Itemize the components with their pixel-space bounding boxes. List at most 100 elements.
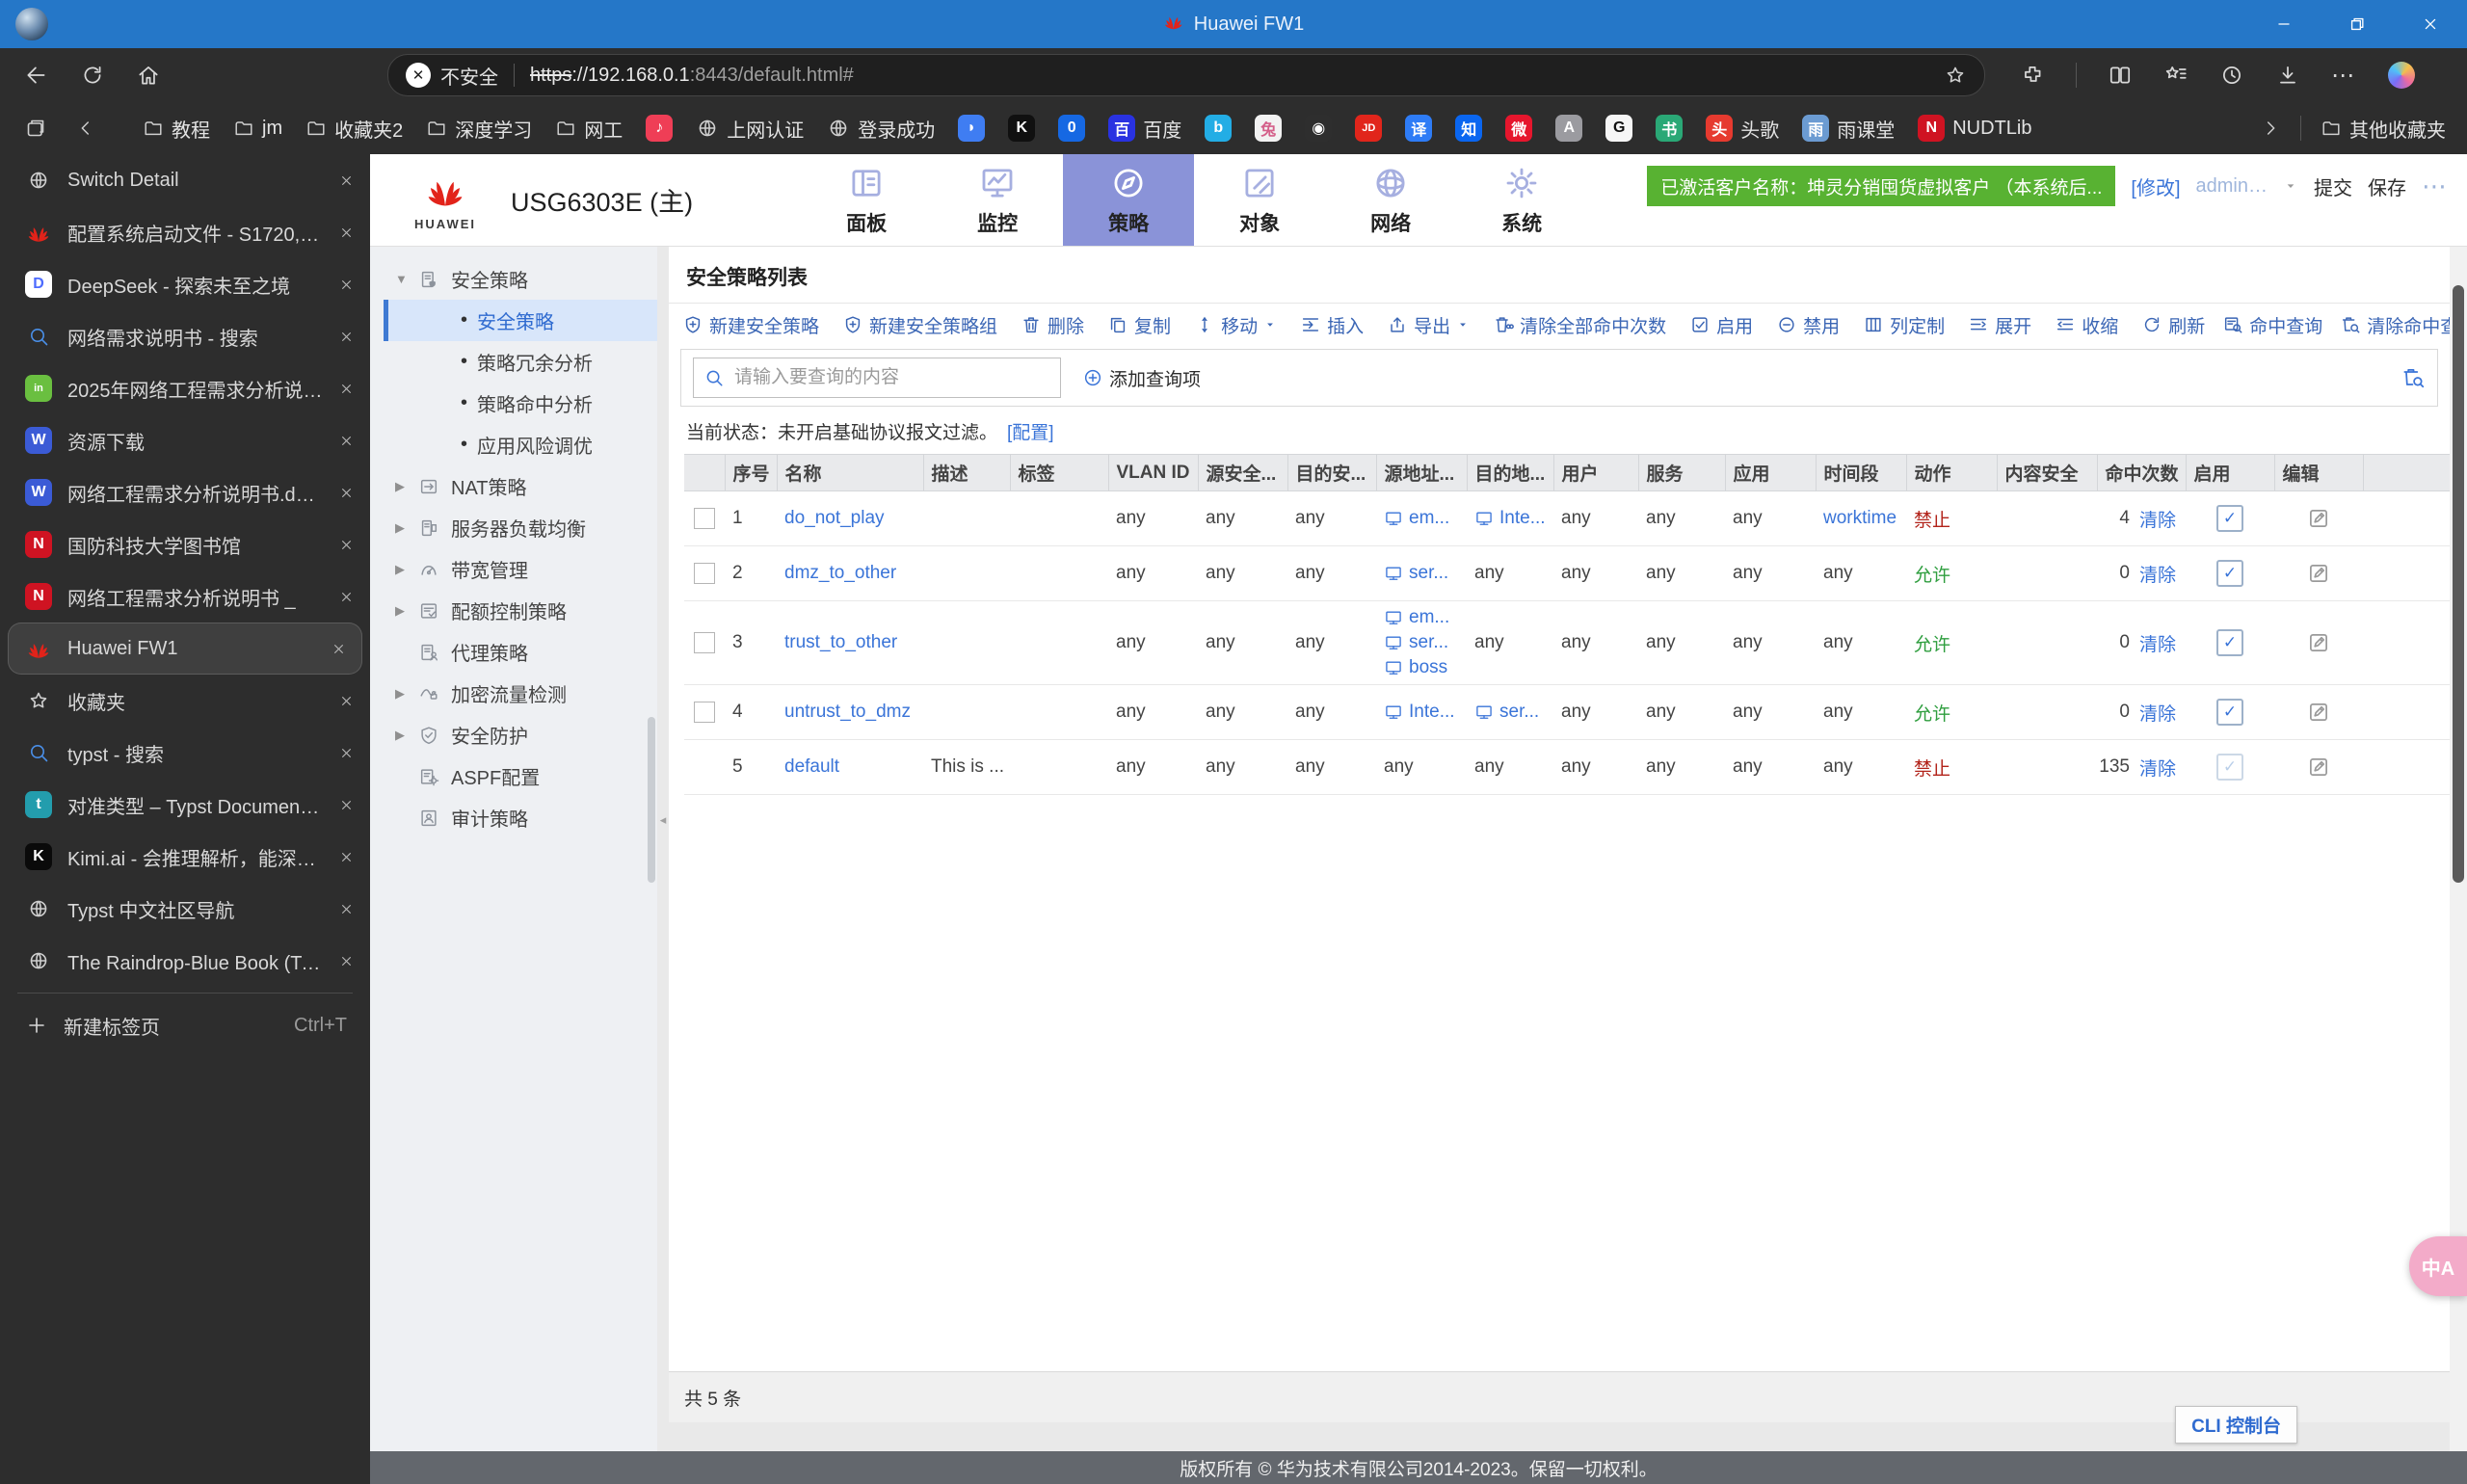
restore-button[interactable] [2321, 0, 2394, 48]
clear-hits-link[interactable]: 清除 [2139, 506, 2176, 532]
chevron-collapsed-icon[interactable]: ▶ [395, 520, 411, 536]
close-tab-icon[interactable] [338, 742, 355, 764]
toolbar-命中查询[interactable]: 命中查询 [2222, 312, 2322, 338]
browser-tab[interactable]: t 对准类型 – Typst Documentation [0, 779, 370, 831]
toolbar-清除全部命中次数[interactable]: 清除全部命中次数 [1493, 312, 1666, 338]
toolbar-新建安全策略组[interactable]: 新建安全策略组 [842, 312, 997, 338]
tree-item-安全策略[interactable]: ▼ 安全策略 [370, 258, 657, 300]
browser-tab[interactable]: typst - 搜索 [0, 727, 370, 779]
toolbar-收缩[interactable]: 收缩 [2055, 312, 2118, 338]
tree-item-NAT策略[interactable]: ▶ NAT策略 [370, 465, 657, 507]
column-header[interactable]: 动作 [1905, 454, 1997, 491]
bookmark-item[interactable]: ◉ [1305, 115, 1333, 142]
bookmark-item[interactable]: 上网认证 [696, 115, 804, 143]
policy-row[interactable]: 3 trust_to_other any any any em... ser...… [684, 600, 2450, 685]
policy-row[interactable]: 1 do_not_play any any any em... Inte... … [684, 490, 2450, 546]
toolbar-导出[interactable]: 导出 [1387, 312, 1470, 338]
url-text[interactable]: https://192.168.0.1:8443/default.html# [530, 65, 854, 87]
close-tab-icon[interactable] [338, 274, 355, 296]
column-header[interactable]: 服务 [1637, 454, 1725, 491]
toolbar-列定制[interactable]: 列定制 [1863, 312, 1945, 338]
enable-checkbox[interactable]: ✓ [2216, 629, 2243, 656]
column-header[interactable]: 标签 [1009, 454, 1108, 491]
browser-tab[interactable]: 收藏夹 [0, 675, 370, 727]
column-header[interactable] [2362, 454, 2450, 491]
column-header[interactable]: VLAN ID [1107, 454, 1198, 491]
time-range-link[interactable]: worktime [1823, 508, 1897, 528]
clear-hits-link[interactable]: 清除 [2139, 630, 2176, 656]
chevron-down-icon[interactable] [2283, 177, 2298, 195]
clear-hits-link[interactable]: 清除 [2139, 561, 2176, 587]
address-object[interactable]: boss [1384, 655, 1459, 680]
close-button[interactable] [2394, 0, 2467, 48]
downloads-icon[interactable] [2275, 63, 2300, 88]
bookmark-item[interactable]: 头头歌 [1706, 115, 1779, 143]
home-button[interactable] [129, 56, 168, 94]
tree-item-ASPF配置[interactable]: ASPF配置 [370, 755, 657, 797]
nav-网络[interactable]: 网络 [1325, 154, 1456, 246]
column-header[interactable] [684, 454, 725, 491]
column-header[interactable]: 命中次数 [2096, 454, 2186, 491]
clear-hits-link[interactable]: 清除 [2139, 700, 2176, 726]
column-header[interactable]: 描述 [922, 454, 1010, 491]
close-tab-icon[interactable] [338, 170, 355, 192]
toolbar-删除[interactable]: 删除 [1021, 312, 1084, 338]
browser-tab[interactable]: 配置系统启动文件 - S1720, S2700, [0, 206, 370, 258]
extensions-icon[interactable] [2020, 63, 2045, 88]
toolbar-禁用[interactable]: 禁用 [1776, 312, 1840, 338]
enable-checkbox[interactable]: ✓ [2216, 505, 2243, 532]
collapse-sidebar-icon[interactable] [71, 114, 100, 143]
close-tab-icon[interactable] [338, 898, 355, 920]
tree-item-策略冗余分析[interactable]: • 策略冗余分析 [370, 341, 657, 383]
clear-hit-query-icon[interactable] [2401, 365, 2426, 390]
browser-tab[interactable]: Typst 中文社区导航 [0, 883, 370, 935]
column-header[interactable]: 源地址... [1375, 454, 1467, 491]
browser-tab[interactable]: W 网络工程需求分析说明书.doc-ITAD [0, 466, 370, 518]
column-header[interactable]: 时间段 [1815, 454, 1906, 491]
bookmark-item[interactable]: A [1555, 115, 1583, 142]
chevron-collapsed-icon[interactable]: ▶ [395, 603, 411, 619]
bookmark-item[interactable]: 微 [1505, 115, 1533, 142]
browser-tab[interactable]: N 网络工程需求分析说明书 _ [0, 570, 370, 623]
chevron-collapsed-icon[interactable]: ▶ [395, 686, 411, 702]
close-tab-icon[interactable] [338, 794, 355, 816]
configure-link[interactable]: [配置] [1007, 423, 1054, 443]
column-header[interactable]: 名称 [776, 454, 923, 491]
other-bookmarks-folder[interactable]: 其他收藏夹 [2321, 115, 2446, 143]
chevron-collapsed-icon[interactable]: ▶ [395, 562, 411, 577]
favorite-star-icon[interactable] [1944, 64, 1967, 87]
scrollbar-thumb[interactable] [2453, 285, 2464, 883]
address-object[interactable]: em... [1384, 605, 1459, 630]
bookmark-item[interactable]: ♪ [646, 115, 674, 142]
address-object[interactable]: Inte... [1474, 506, 1546, 531]
bookmark-item[interactable]: 收藏夹2 [305, 115, 403, 143]
browser-tab[interactable]: N 国防科技大学图书馆 [0, 518, 370, 570]
copilot-icon[interactable] [2388, 62, 2415, 89]
tree-item-加密流量检测[interactable]: ▶ 加密流量检测 [370, 673, 657, 714]
column-header[interactable]: 应用 [1724, 454, 1816, 491]
nav-监控[interactable]: 监控 [932, 154, 1063, 246]
tab-actions-icon[interactable] [21, 114, 50, 143]
toolbar-刷新[interactable]: 刷新 [2141, 312, 2205, 338]
tree-item-代理策略[interactable]: 代理策略 [370, 631, 657, 673]
column-header[interactable]: 目的地... [1466, 454, 1553, 491]
policy-name-link[interactable]: do_not_play [784, 508, 885, 528]
search-input[interactable] [732, 366, 1050, 389]
translate-fab[interactable]: 中A [2409, 1236, 2467, 1296]
favorites-icon[interactable] [2163, 63, 2188, 88]
address-object[interactable]: ser... [1384, 630, 1459, 655]
chevron-expanded-icon[interactable]: ▼ [395, 272, 411, 286]
edit-icon[interactable] [2306, 702, 2331, 722]
split-screen-icon[interactable] [2108, 63, 2133, 88]
toolbar-插入[interactable]: 插入 [1300, 312, 1364, 338]
policy-name-link[interactable]: untrust_to_dmz [784, 702, 911, 722]
bookmark-item[interactable]: 雨雨课堂 [1802, 115, 1895, 143]
row-checkbox[interactable] [694, 507, 715, 529]
toolbar-启用[interactable]: 启用 [1689, 312, 1753, 338]
column-header[interactable]: 编辑 [2273, 454, 2363, 491]
tree-item-安全策略[interactable]: • 安全策略 [384, 300, 657, 341]
column-header[interactable]: 源安全... [1197, 454, 1287, 491]
close-tab-icon[interactable] [338, 378, 355, 400]
submit-button[interactable]: 提交 [2314, 172, 2352, 200]
enable-checkbox[interactable]: ✓ [2216, 754, 2243, 781]
